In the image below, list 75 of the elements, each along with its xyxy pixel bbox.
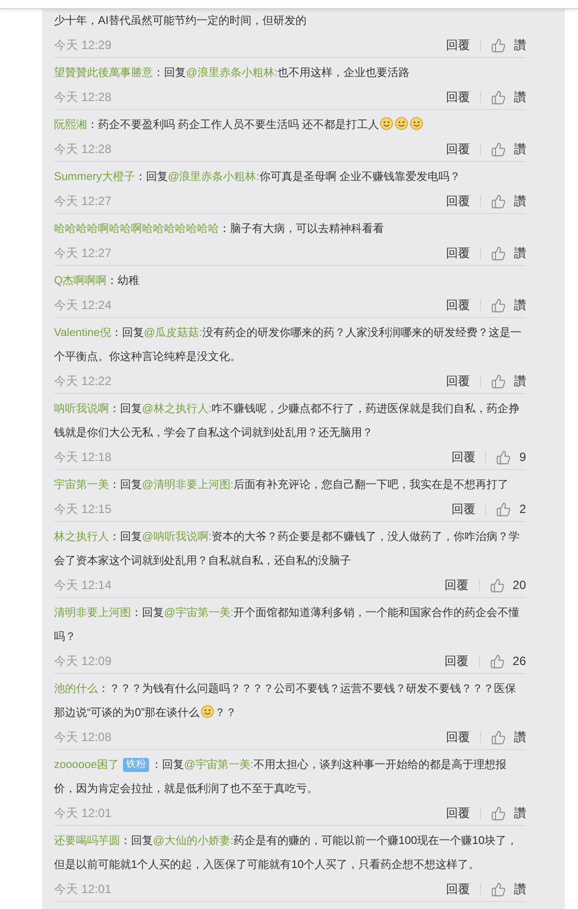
- thumbs-up-icon[interactable]: [491, 90, 506, 104]
- thumbs-up-icon[interactable]: [491, 194, 506, 208]
- smiley-icon: [395, 117, 408, 130]
- comment-time: 今天 12:28: [54, 140, 112, 158]
- comment-text: 清明非要上河图：回复@宇宙第一美:开个面馆都知道薄利多销，一个能和国家合作的药企会不懂吗？: [54, 606, 520, 645]
- reply-link[interactable]: 回覆: [446, 296, 470, 314]
- like-count[interactable]: 26: [512, 654, 526, 668]
- smiley-icon: [380, 117, 394, 130]
- comment-text: 少十年，AI替代虽然可能节约一定的时间，但研发的: [54, 14, 308, 29]
- comment-text: 还要喝吗芋圆：回复@大仙的小娇妻:药企是有的赚的，可能以前一个赚100现在一个赚10块了，但是以前可能就1个人买的起，入医保了可能就有10个人买了，只看药企想不想这样了。: [54, 834, 519, 873]
- like-count[interactable]: 讚: [514, 244, 526, 262]
- comment-text: 哈哈哈哈啊哈哈啊哈哈哈哈哈哈哈：脑子有大病，可以去精神科看看: [54, 222, 385, 237]
- thumbs-up-icon[interactable]: [491, 298, 506, 312]
- comment-time: 今天 12:22: [54, 372, 112, 390]
- smiley-icon: [200, 705, 214, 718]
- comment-text: Summery大橙子：回复@浪里赤条小粗林:你可真是圣母啊 企业不赚钱靠爱发电吗？: [54, 170, 462, 185]
- comment-text: 池的什么：？？？为钱有什么问题吗？？？？公司不要钱？运营不要钱？研发不要钱？？？医保那边说“可谈的为0”那在谈什么 ？？: [54, 682, 517, 721]
- thumbs-up-icon[interactable]: [496, 450, 512, 464]
- comment-text: Valentine倪：回复@瓜皮菇菇:没有药企的研发你哪来的药？人家没利润哪来的研发经费？这是一个平衡点。你这种言论纯粹是没文化。: [54, 326, 522, 365]
- reply-link[interactable]: 回覆: [446, 244, 470, 262]
- comment-time: 今天 12:24: [54, 296, 112, 314]
- comment-time: 今天 12:15: [54, 500, 112, 518]
- reply-link[interactable]: 回覆: [444, 652, 469, 670]
- like-count[interactable]: 讚: [514, 88, 526, 106]
- reply-link[interactable]: 回覆: [446, 372, 470, 390]
- smiley-icon: [410, 117, 424, 130]
- comment-time: 今天 12:29: [54, 36, 112, 54]
- reply-link[interactable]: 回覆: [446, 36, 470, 54]
- like-count[interactable]: 讚: [514, 296, 526, 314]
- like-count[interactable]: 讚: [514, 372, 526, 390]
- comment-text: zoooooe困了 铁粉 ：回复@宇宙第一美:不用太担心，谈判这种事一开始给的都是高于理想报价，因为肯定会拉扯，就是低利润了也不至于真吃亏。: [54, 757, 508, 797]
- reply-link[interactable]: 回覆: [446, 192, 470, 210]
- reply-link[interactable]: 回覆: [446, 88, 470, 106]
- comment-text: 阮熙湘：药企不要盈利吗 药企工作人员不要生活吗 还不都是打工人: [54, 113, 526, 137]
- thumbs-up-icon[interactable]: [490, 578, 505, 592]
- comment-text: 宇宙第一美：回复@清明非要上河图:后面有补充评论，您自己翻一下吧，我实在是不想再打了: [54, 478, 510, 493]
- thumbs-up-icon[interactable]: [491, 142, 506, 156]
- comment-time: 今天 12:01: [54, 804, 112, 822]
- thumbs-up-icon[interactable]: [491, 730, 506, 744]
- thumbs-up-icon[interactable]: [491, 882, 506, 896]
- like-count[interactable]: 讚: [514, 728, 526, 746]
- reply-link[interactable]: 回覆: [446, 880, 470, 898]
- comment-time: 今天 12:18: [54, 448, 112, 466]
- reply-link[interactable]: 回覆: [446, 804, 470, 822]
- thumbs-up-icon[interactable]: [491, 374, 506, 388]
- reply-link[interactable]: 回覆: [451, 448, 476, 466]
- thumbs-up-icon[interactable]: [491, 806, 506, 820]
- reply-link[interactable]: 回覆: [451, 500, 476, 518]
- thumbs-up-icon[interactable]: [491, 38, 506, 52]
- comment-time: 今天 12:09: [54, 652, 112, 670]
- reply-link[interactable]: 回覆: [446, 728, 470, 746]
- reply-link[interactable]: 回覆: [446, 140, 470, 158]
- comment-time: 今天 12:08: [54, 728, 112, 746]
- like-count[interactable]: 讚: [514, 192, 526, 210]
- comment-text: 林之执行人：回复@呐听我说啊:资本的大爷？药企要是都不赚钱了，没人做药了，你咋治病？学会了资本家这个词就到处乱用？自私就自私，还自私的没脑子: [54, 530, 520, 569]
- thumbs-up-icon[interactable]: [491, 246, 506, 260]
- like-count[interactable]: 讚: [514, 140, 526, 158]
- thumbs-up-icon[interactable]: [496, 502, 512, 516]
- fan-badge: 铁粉: [122, 758, 149, 772]
- like-count[interactable]: 20: [512, 578, 526, 592]
- comment-text: 呐听我说啊：回复@林之执行人:咋不赚钱呢，少赚点都不行了，药进医保就是我们自私，药企挣钱就是你们大公无私，学会了自私这个词就到处乱用？还无脑用？: [54, 402, 520, 441]
- like-count[interactable]: 2: [519, 502, 526, 516]
- like-count[interactable]: 讚: [514, 880, 526, 898]
- reply-link[interactable]: 回覆: [444, 576, 469, 594]
- thumbs-up-icon[interactable]: [490, 654, 505, 668]
- comment-time: 今天 12:14: [54, 576, 112, 594]
- like-count[interactable]: 讚: [514, 804, 526, 822]
- comment-time: 今天 12:27: [54, 244, 112, 262]
- comment-text: 望贊贊此後萬事勝意：回复@浪里赤条小粗林:也不用这样，企业也要活路: [54, 66, 410, 81]
- comment-text: Q杰啊啊啊：幼稚: [54, 274, 141, 289]
- comment-time: 今天 12:27: [54, 192, 112, 210]
- like-count[interactable]: 讚: [514, 36, 526, 54]
- comment-time: 今天 12:01: [54, 880, 112, 898]
- comment-time: 今天 12:28: [54, 88, 112, 106]
- like-count[interactable]: 9: [519, 450, 526, 464]
